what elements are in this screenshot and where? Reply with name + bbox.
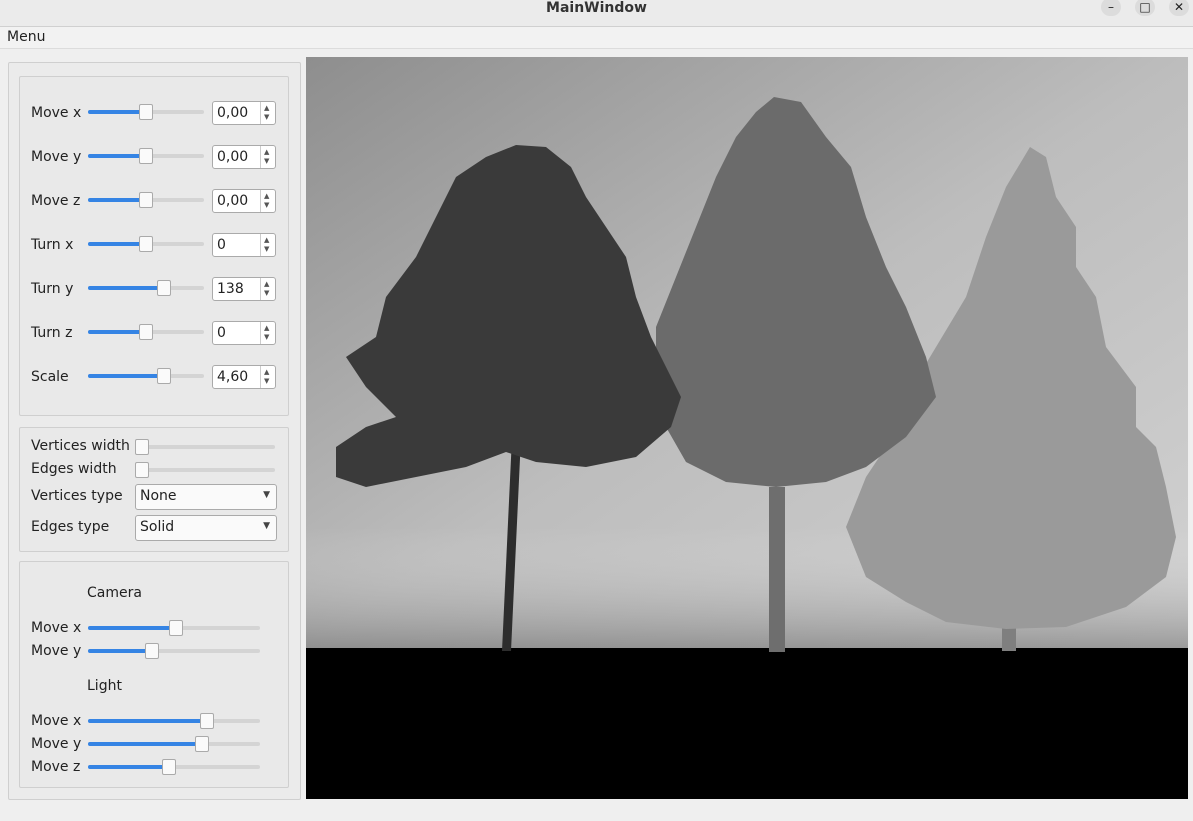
move-y-spinbox[interactable]: 0,00 ▲ ▼ (212, 145, 276, 169)
light-move-x-slider[interactable] (88, 713, 260, 729)
chevron-up-icon[interactable]: ▲ (264, 105, 269, 112)
chevron-up-icon[interactable]: ▲ (264, 149, 269, 156)
slider-handle[interactable] (139, 104, 153, 120)
move-x-spinbox[interactable]: 0,00 ▲ ▼ (212, 101, 276, 125)
scale-spinbox[interactable]: 4,60 ▲ ▼ (212, 365, 276, 389)
title-bar: MainWindow – □ ✕ (0, 0, 1193, 27)
vertices-width-label: Vertices width (31, 438, 130, 454)
chevron-up-icon[interactable]: ▲ (264, 237, 269, 244)
slider-handle[interactable] (195, 736, 209, 752)
ground-plane (306, 648, 1188, 799)
camera-move-x-label: Move x (31, 620, 82, 636)
chevron-down-icon[interactable]: ▼ (264, 158, 269, 165)
scale-slider[interactable] (88, 368, 204, 384)
move-x-slider[interactable] (88, 104, 204, 120)
window-title: MainWindow (546, 0, 647, 16)
camera-move-x-slider[interactable] (88, 620, 260, 636)
scene-render (306, 57, 1188, 799)
vertices-width-slider[interactable] (135, 439, 275, 455)
minimize-icon: – (1108, 0, 1114, 14)
maximize-icon: □ (1139, 0, 1151, 14)
appearance-group: Vertices width Edges width Vertices type… (19, 427, 289, 552)
slider-handle[interactable] (135, 439, 149, 455)
move-y-label: Move y (31, 149, 82, 165)
chevron-up-icon[interactable]: ▲ (264, 281, 269, 288)
move-y-slider[interactable] (88, 148, 204, 164)
slider-handle[interactable] (162, 759, 176, 775)
move-z-value: 0,00 (217, 193, 249, 209)
move-x-label: Move x (31, 105, 82, 121)
vertices-type-value: None (140, 488, 177, 504)
turn-x-label: Turn x (31, 237, 74, 253)
chevron-down-icon[interactable]: ▼ (264, 378, 269, 385)
slider-handle[interactable] (157, 280, 171, 296)
move-z-label: Move z (31, 193, 81, 209)
chevron-down-icon[interactable]: ▼ (264, 246, 269, 253)
maximize-button[interactable]: □ (1135, 0, 1155, 16)
close-icon: ✕ (1173, 0, 1185, 14)
camera-light-group: Camera Move x Move y Light Move x Move y… (19, 561, 289, 788)
turn-z-label: Turn z (31, 325, 73, 341)
edges-type-label: Edges type (31, 519, 110, 535)
slider-handle[interactable] (200, 713, 214, 729)
turn-y-slider[interactable] (88, 280, 204, 296)
slider-handle[interactable] (139, 324, 153, 340)
turn-y-spinbox[interactable]: 138 ▲ ▼ (212, 277, 276, 301)
vertices-type-label: Vertices type (31, 488, 123, 504)
camera-move-y-slider[interactable] (88, 643, 260, 659)
turn-z-slider[interactable] (88, 324, 204, 340)
move-z-spinbox[interactable]: 0,00 ▲ ▼ (212, 189, 276, 213)
vertices-type-select[interactable]: None ▼ (135, 484, 277, 510)
slider-handle[interactable] (139, 236, 153, 252)
chevron-up-icon[interactable]: ▲ (264, 369, 269, 376)
move-y-value: 0,00 (217, 149, 249, 165)
light-move-z-slider[interactable] (88, 759, 260, 775)
edges-type-value: Solid (140, 519, 175, 535)
slider-handle[interactable] (139, 192, 153, 208)
camera-heading: Camera (87, 585, 142, 601)
chevron-up-icon[interactable]: ▲ (264, 325, 269, 332)
chevron-down-icon[interactable]: ▼ (264, 114, 269, 121)
light-heading: Light (87, 678, 122, 694)
slider-handle[interactable] (135, 462, 149, 478)
camera-move-y-label: Move y (31, 643, 82, 659)
edges-width-slider[interactable] (135, 462, 275, 478)
slider-handle[interactable] (169, 620, 183, 636)
light-move-y-slider[interactable] (88, 736, 260, 752)
light-move-z-label: Move z (31, 759, 81, 775)
transform-group: Move x 0,00 ▲ ▼ Move y 0,00 ▲ ▼ Move z 0,0… (19, 76, 289, 416)
scene-viewport[interactable] (306, 57, 1188, 799)
menu-item-menu[interactable]: Menu (7, 29, 45, 45)
edges-width-label: Edges width (31, 461, 117, 477)
scale-label: Scale (31, 369, 69, 385)
turn-y-value: 138 (217, 281, 244, 297)
turn-x-spinbox[interactable]: 0 ▲ ▼ (212, 233, 276, 257)
chevron-down-icon[interactable]: ▼ (264, 290, 269, 297)
menu-bar: Menu (0, 27, 1193, 49)
light-move-x-label: Move x (31, 713, 82, 729)
slider-handle[interactable] (139, 148, 153, 164)
slider-handle[interactable] (145, 643, 159, 659)
chevron-down-icon[interactable]: ▼ (264, 334, 269, 341)
chevron-up-icon[interactable]: ▲ (264, 193, 269, 200)
close-button[interactable]: ✕ (1169, 0, 1189, 16)
turn-z-spinbox[interactable]: 0 ▲ ▼ (212, 321, 276, 345)
chevron-down-icon[interactable]: ▼ (264, 202, 269, 209)
dropdown-arrow-icon: ▼ (263, 490, 270, 500)
move-z-slider[interactable] (88, 192, 204, 208)
slider-handle[interactable] (157, 368, 171, 384)
scale-value: 4,60 (217, 369, 249, 385)
edges-type-select[interactable]: Solid ▼ (135, 515, 277, 541)
control-panel: Move x 0,00 ▲ ▼ Move y 0,00 ▲ ▼ Move z 0,0… (8, 62, 301, 800)
move-x-value: 0,00 (217, 105, 249, 121)
turn-z-value: 0 (217, 325, 226, 341)
light-move-y-label: Move y (31, 736, 82, 752)
dropdown-arrow-icon: ▼ (263, 521, 270, 531)
turn-y-label: Turn y (31, 281, 74, 297)
minimize-button[interactable]: – (1101, 0, 1121, 16)
turn-x-slider[interactable] (88, 236, 204, 252)
turn-x-value: 0 (217, 237, 226, 253)
